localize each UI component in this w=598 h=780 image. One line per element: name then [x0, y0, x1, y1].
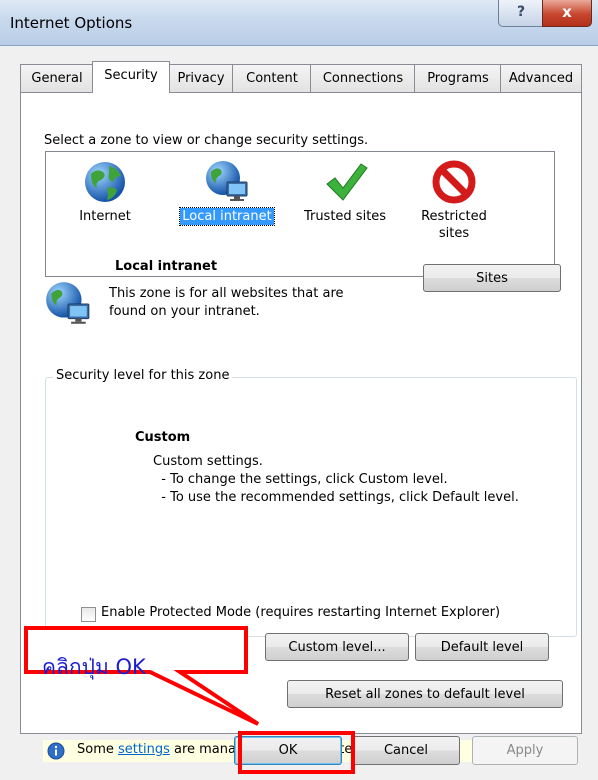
callout-text: คลิกปุ่ม OK	[42, 655, 146, 679]
zone-label-internet: Internet	[79, 209, 131, 224]
admin-info-text-before: Some	[77, 742, 118, 757]
tab-programs[interactable]: Programs	[414, 64, 502, 92]
settings-link[interactable]: settings	[118, 742, 170, 757]
tab-security[interactable]: Security	[92, 61, 170, 93]
tab-content[interactable]: Content	[232, 64, 312, 92]
zone-restricted-sites[interactable]: Restricted sites	[404, 158, 504, 242]
globe-icon	[85, 162, 125, 202]
zone-internet[interactable]: Internet	[50, 158, 160, 225]
zone-local-intranet[interactable]: Local intranet	[172, 158, 282, 226]
default-level-button[interactable]: Default level	[415, 633, 549, 661]
zone-select-prompt: Select a zone to view or change security…	[44, 133, 369, 148]
tab-privacy[interactable]: Privacy	[168, 64, 234, 92]
security-tab-panel: Select a zone to view or change security…	[20, 92, 582, 762]
reset-all-zones-button[interactable]: Reset all zones to default level	[287, 680, 563, 708]
tab-advanced[interactable]: Advanced	[500, 64, 582, 92]
zone-info-title: Local intranet	[115, 259, 218, 274]
help-button[interactable]: ?	[498, 0, 544, 27]
zone-trusted-sites[interactable]: Trusted sites	[290, 158, 400, 225]
sites-button[interactable]: Sites	[423, 264, 561, 292]
zone-label-trusted-sites: Trusted sites	[303, 209, 387, 224]
custom-level-button[interactable]: Custom level...	[265, 633, 409, 661]
zone-label-local-intranet: Local intranet	[179, 207, 275, 226]
intranet-icon	[206, 161, 248, 201]
security-level-group	[45, 377, 577, 637]
cancel-button[interactable]: Cancel	[352, 736, 460, 765]
close-button[interactable]: x	[542, 0, 592, 27]
security-level-title: Custom	[135, 430, 191, 445]
info-icon	[47, 742, 65, 760]
security-level-description: Custom settings. - To change the setting…	[153, 454, 519, 505]
ok-button[interactable]: OK	[234, 736, 342, 765]
zone-info-intranet-icon	[46, 282, 90, 324]
window-title: Internet Options	[10, 14, 133, 32]
zone-label-restricted-sites: Restricted sites	[421, 209, 487, 241]
close-icon: x	[562, 3, 572, 21]
protected-mode-checkbox[interactable]	[81, 607, 96, 622]
prohibited-icon	[432, 160, 476, 204]
zone-info-description: This zone is for all websites that are f…	[109, 286, 344, 319]
checkmark-icon	[326, 163, 368, 201]
security-level-legend: Security level for this zone	[53, 368, 233, 383]
apply-button: Apply	[472, 736, 578, 765]
tab-connections[interactable]: Connections	[310, 64, 416, 92]
title-bar: Internet Options ? x	[0, 0, 598, 46]
protected-mode-label[interactable]: Enable Protected Mode (requires restarti…	[101, 605, 500, 620]
tab-general[interactable]: General	[20, 64, 94, 92]
help-icon: ?	[516, 4, 526, 20]
